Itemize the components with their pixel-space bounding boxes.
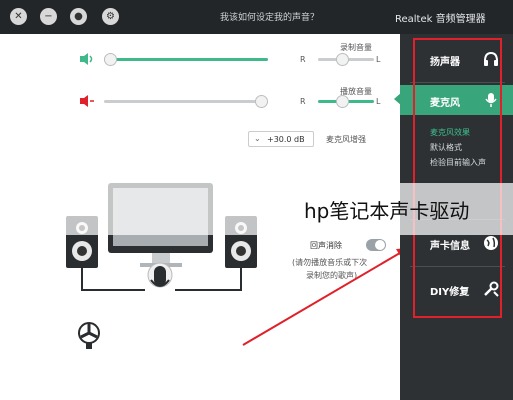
chat-icon: ●: [74, 11, 83, 22]
title-bar: ✕ − ● ⚙ 我该如何设定我的声音？ Realtek 音频管理器: [0, 0, 513, 34]
playback-left-label: L: [376, 55, 381, 64]
caption-text: hp笔记本声卡驱动: [304, 199, 470, 223]
monitor-volume-thumb[interactable]: [255, 95, 268, 108]
close-icon: ✕: [14, 11, 23, 22]
minimize-button[interactable]: −: [40, 8, 57, 25]
help-link[interactable]: 我该如何设定我的声音？: [220, 10, 319, 23]
boost-label: 麦克风增强: [326, 135, 366, 144]
gear-icon: ⚙: [106, 11, 115, 22]
playback-volume-slider[interactable]: [104, 58, 268, 61]
minus-icon: −: [44, 11, 53, 22]
red-arrow: [242, 248, 408, 346]
settings-button[interactable]: ⚙: [102, 8, 119, 25]
speaker-green-icon: [80, 53, 93, 65]
chat-button[interactable]: ●: [70, 8, 87, 25]
app-title: Realtek 音频管理器: [395, 14, 486, 25]
playback-right-label: R: [300, 55, 306, 64]
highlight-box: [413, 38, 502, 318]
playback-balance-thumb[interactable]: [336, 53, 349, 66]
playback-volume-thumb[interactable]: [104, 53, 117, 66]
playback-volume-label: 录制音量: [340, 43, 372, 52]
monitor-left-label: L: [376, 97, 381, 106]
boost-value: +30.0 dB: [267, 135, 305, 144]
chevron-down-icon: ⌄: [254, 134, 261, 143]
speaker-red-icon: [80, 95, 94, 107]
monitor-right-label: R: [300, 97, 306, 106]
close-button[interactable]: ✕: [10, 8, 27, 25]
monitor-balance-thumb[interactable]: [336, 95, 349, 108]
monitor-volume-slider[interactable]: [104, 100, 268, 103]
boost-select[interactable]: ⌄ +30.0 dB: [248, 131, 314, 147]
active-tab-indicator: [394, 92, 402, 106]
microphone-icon: [154, 266, 166, 286]
